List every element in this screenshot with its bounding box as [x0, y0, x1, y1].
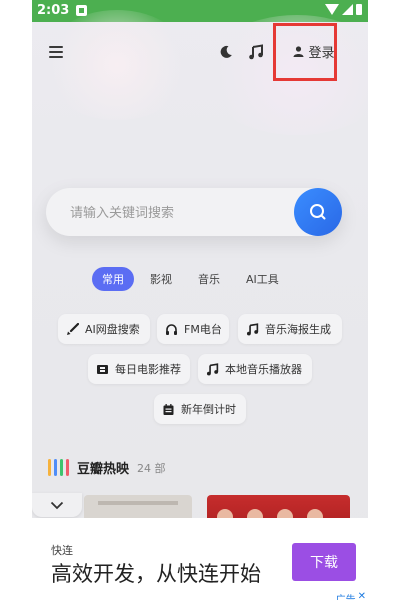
- tab-music[interactable]: 音乐: [188, 267, 230, 291]
- douban-now-playing-header: 豆瓣热映 24 部: [48, 458, 166, 477]
- menu-icon: [49, 46, 63, 58]
- ad-headline: 高效开发，从快连开始: [51, 562, 261, 586]
- tool-label: 本地音乐播放器: [225, 363, 302, 376]
- app-screen: 2:03 登录 请输入关键词搜索 常用 影视 音乐 AI工具 AI网盘搜索 FM…: [32, 0, 368, 600]
- status-icons: [325, 4, 362, 15]
- tool-label: FM电台: [184, 323, 222, 336]
- tool-label: AI网盘搜索: [85, 323, 140, 336]
- download-button[interactable]: 下载: [292, 543, 356, 581]
- tool-fm-radio[interactable]: FM电台: [157, 314, 229, 344]
- tool-music-poster[interactable]: 音乐海报生成: [238, 314, 342, 344]
- section-title: 豆瓣热映: [77, 462, 130, 477]
- music-note-icon: [246, 322, 259, 336]
- tool-daily-movie[interactable]: 每日电影推荐: [88, 354, 190, 384]
- tool-label: 音乐海报生成: [265, 323, 331, 336]
- music-note-icon: [206, 362, 219, 376]
- ad-banner[interactable]: 快连 高效开发，从快连开始 下载 广告 ✕: [32, 518, 368, 600]
- section-count: 24 部: [137, 461, 166, 475]
- headphones-icon: [165, 323, 178, 336]
- calendar-icon: [162, 403, 175, 416]
- music-button[interactable]: [244, 40, 268, 64]
- search-icon: [310, 204, 326, 220]
- tool-ai-pan-search[interactable]: AI网盘搜索: [58, 314, 150, 344]
- search-input[interactable]: [68, 188, 272, 238]
- tool-label: 新年倒计时: [181, 403, 236, 416]
- bar-mark: [66, 459, 69, 476]
- status-time: 2:03: [37, 3, 70, 18]
- tool-new-year-countdown[interactable]: 新年倒计时: [154, 394, 246, 424]
- music-note-icon: [249, 44, 263, 60]
- battery-icon: [356, 4, 362, 15]
- ad-tag-label: 广告: [336, 591, 356, 600]
- tab-common[interactable]: 常用: [92, 267, 134, 291]
- tool-local-music-player[interactable]: 本地音乐播放器: [198, 354, 312, 384]
- signal-icon: [342, 4, 353, 15]
- collapse-button[interactable]: [32, 493, 82, 517]
- menu-button[interactable]: [44, 40, 68, 64]
- bar-mark: [48, 459, 51, 476]
- ad-tag[interactable]: 广告 ✕: [336, 591, 366, 600]
- search-button[interactable]: [294, 188, 342, 236]
- category-tabs: 常用 影视 音乐 AI工具: [92, 267, 289, 291]
- bar-mark: [54, 459, 57, 476]
- moon-icon: [220, 45, 232, 58]
- dark-mode-button[interactable]: [215, 40, 237, 64]
- film-icon: [96, 363, 109, 376]
- ad-brand: 快连: [51, 544, 73, 557]
- wifi-icon: [325, 4, 339, 15]
- tab-ai-tools[interactable]: AI工具: [236, 267, 289, 291]
- brush-icon: [66, 322, 79, 336]
- tool-label: 每日电影推荐: [115, 363, 181, 376]
- tab-movies[interactable]: 影视: [140, 267, 182, 291]
- section-bars-icon: [48, 459, 69, 476]
- bar-mark: [60, 459, 63, 476]
- highlight-box: [273, 23, 337, 81]
- search-bar: [46, 188, 342, 238]
- close-icon[interactable]: ✕: [358, 591, 366, 600]
- chevron-down-icon: [50, 501, 64, 509]
